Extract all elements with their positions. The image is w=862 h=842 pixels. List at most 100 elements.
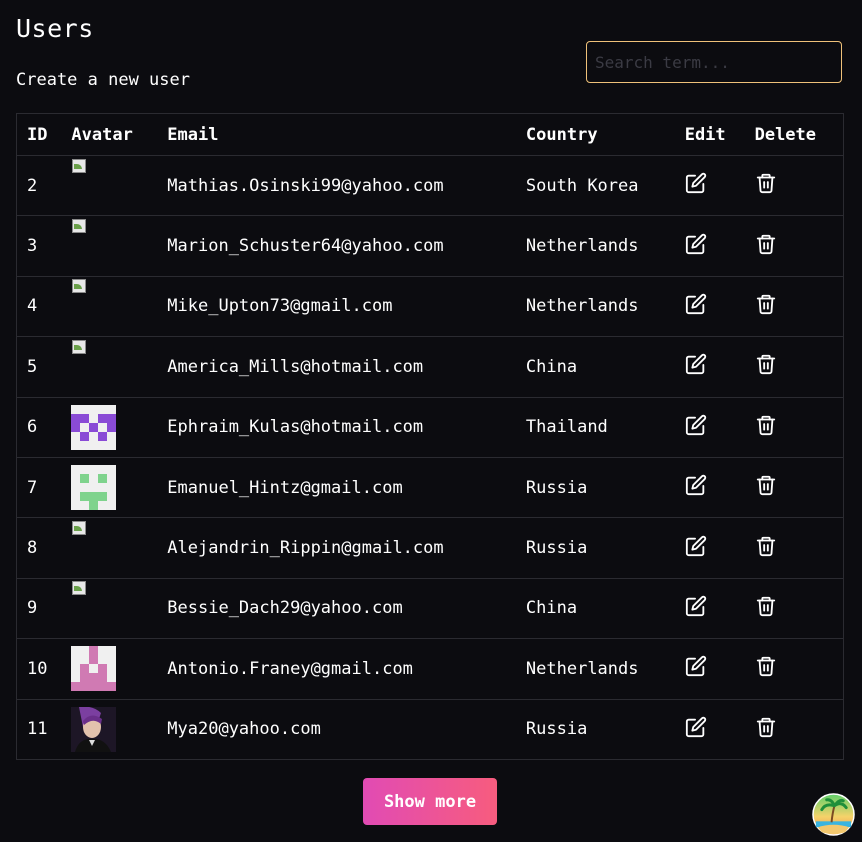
trash-icon[interactable] xyxy=(755,474,777,496)
edit-icon[interactable] xyxy=(685,716,707,738)
column-header-delete: Delete xyxy=(744,113,844,156)
search-input[interactable] xyxy=(586,41,842,83)
user-email: Ephraim_Kulas@hotmail.com xyxy=(157,396,516,458)
user-email: Mathias.Osinski99@yahoo.com xyxy=(157,154,516,216)
edit-cell xyxy=(674,396,745,458)
edit-cell xyxy=(674,275,745,337)
user-country: Thailand xyxy=(515,396,675,458)
user-id: 2 xyxy=(16,154,62,216)
delete-cell xyxy=(744,154,844,216)
trash-icon[interactable] xyxy=(755,172,777,194)
table-row: 11 Mya20@yahoo.com Russia xyxy=(16,698,844,760)
delete-cell xyxy=(744,336,844,398)
edit-icon[interactable] xyxy=(685,414,707,436)
table-row: 9 Bessie_Dach29@yahoo.com China xyxy=(16,577,844,639)
table-row: 7 Emanuel_Hintz@gmail.com Russia xyxy=(16,456,844,518)
edit-icon[interactable] xyxy=(685,172,707,194)
trash-icon[interactable] xyxy=(755,353,777,375)
table-row: 4 Mike_Upton73@gmail.com Netherlands xyxy=(16,275,844,337)
user-email: America_Mills@hotmail.com xyxy=(157,336,516,398)
avatar xyxy=(61,275,158,337)
user-country: Netherlands xyxy=(515,215,675,277)
user-country: China xyxy=(515,336,675,398)
column-header-email: Email xyxy=(157,113,516,156)
user-id: 5 xyxy=(16,336,62,398)
beach-logo-icon[interactable] xyxy=(812,793,855,836)
column-header-id: ID xyxy=(16,113,62,156)
user-id: 9 xyxy=(16,577,62,639)
edit-icon[interactable] xyxy=(685,353,707,375)
avatar xyxy=(61,517,158,579)
edit-cell xyxy=(674,336,745,398)
user-country: Russia xyxy=(515,517,675,579)
broken-image-icon xyxy=(71,580,87,596)
column-header-country: Country xyxy=(515,113,675,156)
trash-icon[interactable] xyxy=(755,414,777,436)
avatar xyxy=(61,215,158,277)
edit-cell xyxy=(674,698,745,760)
delete-cell xyxy=(744,517,844,579)
edit-cell xyxy=(674,517,745,579)
user-email: Bessie_Dach29@yahoo.com xyxy=(157,577,516,639)
user-email: Mike_Upton73@gmail.com xyxy=(157,275,516,337)
user-id: 11 xyxy=(16,698,62,760)
trash-icon[interactable] xyxy=(755,716,777,738)
avatar xyxy=(61,456,158,518)
user-id: 10 xyxy=(16,638,62,700)
trash-icon[interactable] xyxy=(755,535,777,557)
user-email: Alejandrin_Rippin@gmail.com xyxy=(157,517,516,579)
broken-image-icon xyxy=(71,218,87,234)
trash-icon[interactable] xyxy=(755,595,777,617)
avatar xyxy=(61,396,158,458)
table-row: 6 Ephraim_Kulas@hotmail.com Thailand xyxy=(16,396,844,458)
edit-icon[interactable] xyxy=(685,655,707,677)
edit-cell xyxy=(674,456,745,518)
table-row: 5 America_Mills@hotmail.com China xyxy=(16,336,844,398)
column-header-avatar: Avatar xyxy=(61,113,158,156)
delete-cell xyxy=(744,456,844,518)
user-email: Marion_Schuster64@yahoo.com xyxy=(157,215,516,277)
trash-icon[interactable] xyxy=(755,233,777,255)
user-country: Netherlands xyxy=(515,638,675,700)
edit-icon[interactable] xyxy=(685,474,707,496)
trash-icon[interactable] xyxy=(755,293,777,315)
delete-cell xyxy=(744,698,844,760)
user-email: Antonio.Franey@gmail.com xyxy=(157,638,516,700)
user-id: 7 xyxy=(16,456,62,518)
user-country: Russia xyxy=(515,456,675,518)
user-email: Emanuel_Hintz@gmail.com xyxy=(157,456,516,518)
avatar xyxy=(61,698,158,760)
table-row: 2 Mathias.Osinski99@yahoo.com South Korea xyxy=(16,154,844,216)
user-id: 4 xyxy=(16,275,62,337)
column-header-edit: Edit xyxy=(674,113,745,156)
show-more-button[interactable]: Show more xyxy=(363,778,497,825)
user-country: Russia xyxy=(515,698,675,760)
broken-image-icon xyxy=(71,158,87,174)
table-row: 8 Alejandrin_Rippin@gmail.com Russia xyxy=(16,517,844,579)
delete-cell xyxy=(744,638,844,700)
delete-cell xyxy=(744,396,844,458)
avatar xyxy=(61,154,158,216)
edit-cell xyxy=(674,638,745,700)
user-country: South Korea xyxy=(515,154,675,216)
user-country: Netherlands xyxy=(515,275,675,337)
edit-icon[interactable] xyxy=(685,233,707,255)
users-table: ID Avatar Email Country Edit Delete 2 Mat… xyxy=(16,113,844,760)
trash-icon[interactable] xyxy=(755,655,777,677)
delete-cell xyxy=(744,577,844,639)
edit-cell xyxy=(674,215,745,277)
edit-cell xyxy=(674,577,745,639)
edit-icon[interactable] xyxy=(685,535,707,557)
user-id: 8 xyxy=(16,517,62,579)
page-title: Users xyxy=(16,14,94,43)
create-user-link[interactable]: Create a new user xyxy=(16,70,190,90)
user-email: Mya20@yahoo.com xyxy=(157,698,516,760)
user-id: 6 xyxy=(16,396,62,458)
edit-icon[interactable] xyxy=(685,595,707,617)
edit-cell xyxy=(674,154,745,216)
user-id: 3 xyxy=(16,215,62,277)
avatar xyxy=(61,336,158,398)
table-row: 10 Antonio.Franey@gmail.com Netherlands xyxy=(16,638,844,700)
avatar xyxy=(61,638,158,700)
edit-icon[interactable] xyxy=(685,293,707,315)
